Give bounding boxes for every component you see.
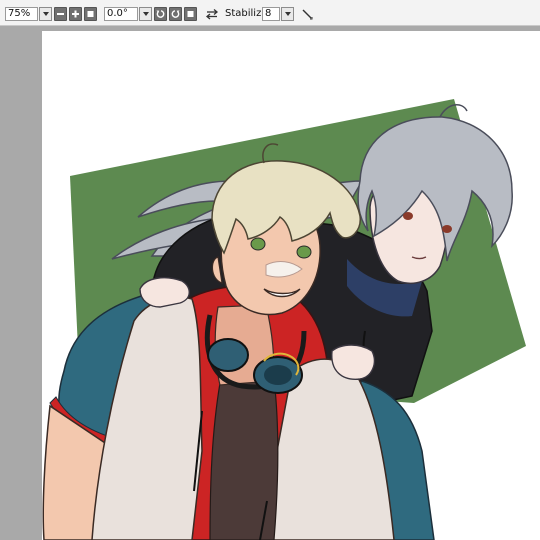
blond-eye-right — [296, 245, 312, 259]
drawing-canvas[interactable] — [42, 31, 540, 540]
zoom-input[interactable]: 75% — [5, 7, 38, 21]
zoom-fit-button[interactable] — [84, 7, 97, 21]
workspace — [0, 27, 540, 540]
hand-left — [139, 277, 190, 308]
headphone-cup-left — [207, 338, 249, 372]
zoom-out-button[interactable] — [54, 7, 67, 21]
flip-arrows-icon — [205, 9, 219, 20]
pen-icon — [302, 9, 313, 20]
view-toolbar: 75% 0.0° Stabilizer 8 — [0, 0, 540, 26]
headphone-cup-inner — [264, 365, 292, 385]
rotate-left-icon — [156, 10, 165, 18]
flip-button[interactable] — [205, 7, 219, 21]
artwork-illustration — [42, 99, 526, 540]
zoom-dropdown-button[interactable] — [39, 7, 52, 21]
blond-eye-left — [250, 237, 266, 251]
stabilizer-dropdown-button[interactable] — [281, 7, 294, 21]
rotate-right-button[interactable] — [169, 7, 182, 21]
pen-mode-button[interactable] — [300, 7, 314, 21]
rotation-input[interactable]: 0.0° — [104, 7, 138, 21]
rotate-right-icon — [171, 10, 180, 18]
rotation-dropdown-button[interactable] — [139, 7, 152, 21]
zoom-in-button[interactable] — [69, 7, 82, 21]
silver-eye-left — [403, 212, 413, 220]
square-icon — [187, 11, 194, 17]
rotate-reset-button[interactable] — [184, 7, 197, 21]
plus-icon — [72, 10, 79, 18]
minus-icon — [57, 13, 64, 15]
brown-inner-shirt — [209, 378, 279, 540]
stabilizer-input[interactable]: 8 — [262, 7, 280, 21]
rotate-left-button[interactable] — [154, 7, 167, 21]
square-icon — [87, 11, 94, 17]
silver-eye-right — [442, 225, 452, 233]
